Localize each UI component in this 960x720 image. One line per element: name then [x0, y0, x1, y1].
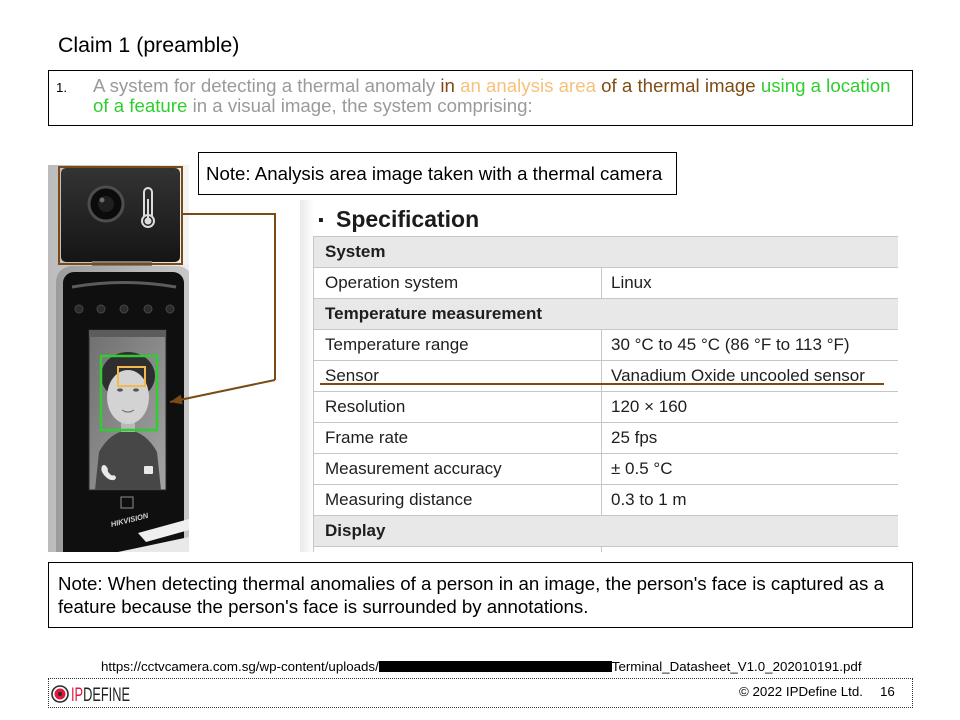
claim-segment-preamble: A system for detecting a thermal anomaly	[93, 75, 441, 96]
spec-table: System Operation system Linux Temperatur…	[313, 236, 898, 552]
claim-box: 1. A system for detecting a thermal anom…	[48, 70, 913, 126]
spec-row-value: 120 × 160	[611, 397, 688, 416]
claim-segment-visual-image: in a visual image, the system comprising…	[187, 95, 533, 116]
spec-row-value: 30 °C to 45 °C (86 °F to 113 °F)	[611, 335, 850, 354]
spec-row: Measuring distance 0.3 to 1 m	[314, 484, 898, 515]
device-photo: HIKVISION	[48, 165, 189, 552]
terminal-screen	[88, 329, 167, 491]
redaction-bar	[378, 661, 612, 672]
spec-section-row: System	[314, 236, 898, 267]
slide-title: Claim 1 (preamble)	[58, 33, 240, 57]
spec-heading: ▪ Specification	[318, 204, 479, 236]
source-url: https://cctvcamera.com.sg/wp-content/upl…	[101, 659, 862, 675]
spec-row-label: Measuring distance	[314, 485, 602, 515]
camera-module	[61, 168, 180, 262]
spec-row-value: Vanadium Oxide uncooled sensor	[611, 366, 865, 385]
spec-row: Measurement accuracy ± 0.5 °C	[314, 453, 898, 484]
spec-row-sensor: Sensor Vanadium Oxide uncooled sensor	[314, 360, 898, 391]
connector-line	[182, 213, 276, 380]
spec-row-label: Temperature range	[314, 330, 602, 360]
spec-row-label-empty	[314, 547, 602, 552]
claim-text: A system for detecting a thermal anomaly…	[93, 76, 903, 116]
source-url-suffix: Terminal_Datasheet_V1.0_202010191.pdf	[611, 659, 862, 674]
spec-row-value: Linux	[611, 273, 652, 292]
claim-segment-analysis-area: an analysis area	[460, 75, 602, 96]
spec-section-row: Temperature measurement	[314, 298, 898, 329]
ipdefine-logo: IPDEFINE	[51, 685, 130, 705]
spec-image-edge	[300, 200, 314, 552]
spec-row: Temperature range 30 °C to 45 °C (86 °F …	[314, 329, 898, 360]
person-face	[107, 370, 149, 424]
user-icon	[144, 466, 153, 474]
spec-row-value: ± 0.5 °C	[611, 459, 673, 478]
spec-section-label: Temperature measurement	[325, 304, 542, 323]
spec-row: Operation system Linux	[314, 267, 898, 298]
source-url-prefix: https://cctvcamera.com.sg/wp-content/upl…	[101, 659, 379, 674]
spec-row-label: Frame rate	[314, 423, 602, 453]
spec-row-label: Operation system	[314, 268, 602, 298]
copyright: © 2022 IPDefine Ltd.	[739, 684, 863, 699]
spec-row-value: 25 fps	[611, 428, 658, 447]
spec-section-label: System	[325, 242, 386, 261]
spec-heading-text: Specification	[336, 206, 480, 232]
claim-number: 1.	[56, 80, 68, 95]
spec-row-label: Measurement accuracy	[314, 454, 602, 484]
claim-segment-thermal-image: of a thermal image	[601, 75, 761, 96]
spec-row-partial	[314, 546, 898, 552]
spec-bullet-icon: ▪	[318, 212, 324, 229]
logo-wordmark-prefix: IP	[71, 685, 83, 705]
claim-segment-in: in	[440, 75, 461, 96]
spec-row-value-empty	[602, 547, 898, 552]
photo-background-right	[181, 165, 189, 265]
spec-row-value: 0.3 to 1 m	[611, 490, 687, 509]
logo-wordmark: IPDEFINE	[71, 685, 130, 705]
spec-row-label: Sensor	[314, 361, 602, 391]
spec-section-row: Display	[314, 515, 898, 546]
logo-wordmark-suffix: DEFINE	[83, 685, 130, 705]
spec-row-label: Resolution	[314, 392, 602, 422]
note-thermal-camera: Note: Analysis area image taken with a t…	[198, 152, 677, 195]
spec-section-label: Display	[325, 521, 386, 540]
spec-row: Resolution 120 × 160	[314, 391, 898, 422]
page-number: 16	[880, 684, 895, 699]
note-face-feature-box: Note: When detecting thermal anomalies o…	[48, 562, 913, 628]
note-face-feature: Note: When detecting thermal anomalies o…	[58, 573, 884, 617]
spec-row: Frame rate 25 fps	[314, 422, 898, 453]
